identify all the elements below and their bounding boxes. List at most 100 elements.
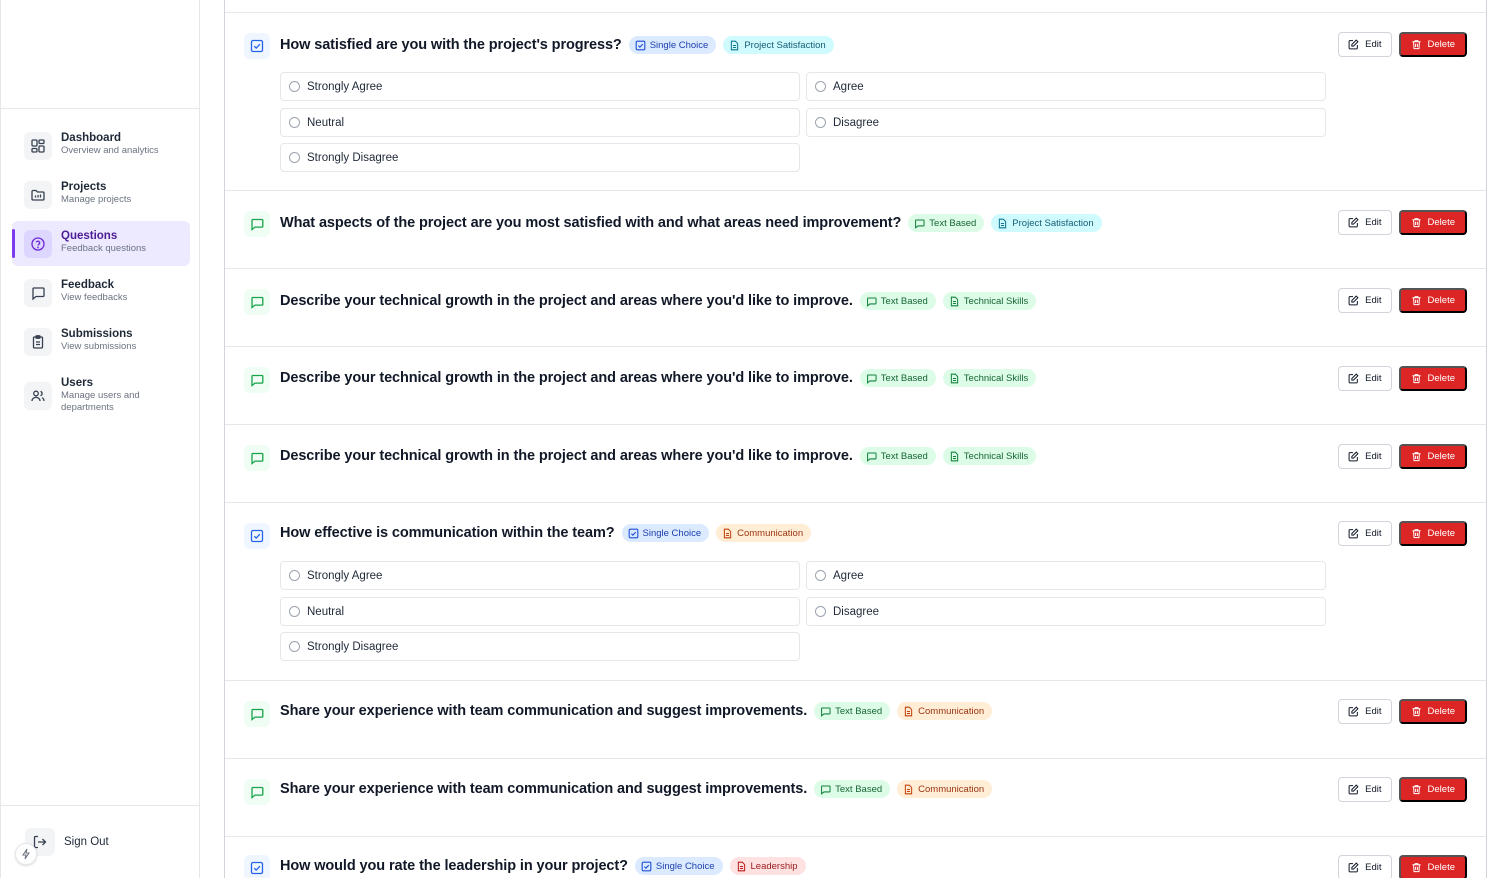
edit-button[interactable]: Edit	[1338, 32, 1392, 57]
delete-button[interactable]: Delete	[1398, 521, 1467, 546]
category-badge-label: Project Satisfaction	[744, 39, 826, 51]
sidebar-divider	[1, 805, 200, 806]
option-neutral[interactable]: Neutral	[280, 597, 800, 626]
edit-button[interactable]: Edit	[1338, 521, 1392, 546]
trash-icon	[1411, 863, 1421, 873]
message-square-icon	[244, 289, 270, 315]
edit-icon	[1348, 528, 1359, 539]
category-badge-label: Communication	[918, 783, 985, 795]
bolt-icon[interactable]	[15, 843, 37, 865]
sidebar-item-projects[interactable]: Projects Manage projects	[12, 172, 190, 217]
radio-button[interactable]	[815, 570, 826, 581]
trash-icon	[1411, 785, 1421, 795]
radio-button[interactable]	[289, 570, 300, 581]
option-strongly-disagree[interactable]: Strongly Disagree	[280, 632, 800, 661]
option-strongly-disagree[interactable]: Strongly Disagree	[280, 143, 800, 172]
trash-icon	[1411, 218, 1421, 228]
category-badge: Project Satisfaction	[723, 36, 834, 54]
sidebar-item-dashboard[interactable]: Dashboard Overview and analytics	[12, 123, 190, 168]
question-title: How effective is communication within th…	[280, 525, 615, 541]
type-badge-label: Single Choice	[655, 860, 715, 872]
sidebar-item-questions[interactable]: Questions Feedback questions	[12, 221, 190, 266]
question-actions: Edit Delete	[1338, 699, 1467, 724]
radio-button[interactable]	[289, 81, 300, 92]
question-title: Describe your technical growth in the pr…	[280, 448, 853, 464]
message-square-icon	[244, 779, 270, 805]
edit-button[interactable]: Edit	[1338, 777, 1392, 802]
sign-out-button[interactable]: Sign Out	[25, 828, 109, 856]
option-label: Strongly Disagree	[307, 640, 399, 653]
type-badge: Single Choice	[634, 857, 723, 875]
clipboard-icon	[24, 328, 52, 356]
radio-button[interactable]	[815, 117, 826, 128]
radio-button[interactable]	[289, 641, 300, 652]
question-title: How would you rate the leadership in you…	[280, 858, 628, 874]
edit-button-label: Edit	[1365, 706, 1382, 717]
check-square-icon	[244, 33, 270, 59]
option-strongly-agree[interactable]: Strongly Agree	[280, 561, 800, 590]
edit-button-label: Edit	[1365, 295, 1382, 306]
delete-button[interactable]: Delete	[1398, 855, 1467, 878]
check-square-icon	[628, 528, 638, 538]
radio-button[interactable]	[289, 117, 300, 128]
sidebar-item-feedback[interactable]: Feedback View feedbacks	[12, 270, 190, 315]
delete-button-label: Delete	[1427, 784, 1455, 795]
delete-button-label: Delete	[1427, 706, 1455, 717]
message-square-icon	[821, 784, 831, 795]
radio-button[interactable]	[815, 606, 826, 617]
delete-button[interactable]: Delete	[1398, 210, 1467, 235]
question-header: How would you rate the leadership in you…	[280, 856, 806, 876]
edit-button[interactable]: Edit	[1338, 366, 1392, 391]
edit-button-label: Edit	[1365, 862, 1382, 873]
message-square-icon	[866, 451, 877, 462]
edit-button[interactable]: Edit	[1338, 855, 1392, 878]
sidebar-item-title: Projects	[61, 181, 107, 193]
delete-button[interactable]: Delete	[1398, 366, 1467, 391]
delete-button[interactable]: Delete	[1398, 777, 1467, 802]
help-circle-icon	[24, 230, 52, 258]
edit-button[interactable]: Edit	[1338, 210, 1392, 235]
option-label: Neutral	[307, 605, 345, 618]
edit-button[interactable]: Edit	[1338, 444, 1392, 469]
radio-button[interactable]	[289, 606, 300, 617]
type-badge: Text Based	[859, 292, 936, 310]
check-square-icon	[635, 40, 646, 50]
check-square-icon	[244, 855, 270, 878]
delete-button-label: Delete	[1427, 528, 1455, 539]
trash-icon	[1411, 707, 1421, 717]
radio-button[interactable]	[289, 152, 300, 163]
sidebar-item-submissions[interactable]: Submissions View submissions	[12, 319, 190, 364]
option-agree[interactable]: Agree	[806, 561, 1326, 590]
sidebar-item-users[interactable]: Users Manage users and departments	[12, 368, 190, 426]
delete-button[interactable]: Delete	[1398, 288, 1467, 313]
check-square-icon	[641, 861, 652, 871]
option-neutral[interactable]: Neutral	[280, 108, 800, 137]
option-label: Strongly Agree	[307, 80, 383, 93]
question-card: How satisfied are you with the project's…	[225, 12, 1486, 190]
option-disagree[interactable]: Disagree	[806, 597, 1326, 626]
question-title: Describe your technical growth in the pr…	[280, 293, 853, 309]
type-badge-label: Text Based	[880, 372, 928, 384]
sidebar-nav: Dashboard Overview and analytics Project…	[12, 123, 190, 430]
delete-button[interactable]: Delete	[1398, 32, 1467, 57]
type-badge-label: Single Choice	[642, 527, 702, 539]
message-square-icon	[866, 296, 877, 307]
option-disagree[interactable]: Disagree	[806, 108, 1326, 137]
option-label: Disagree	[833, 605, 880, 618]
edit-icon	[1348, 295, 1359, 306]
file-text-icon	[904, 784, 913, 794]
question-card: How effective is communication within th…	[225, 502, 1486, 680]
delete-button[interactable]: Delete	[1398, 699, 1467, 724]
sidebar-item-subtitle: Manage projects	[61, 194, 132, 205]
edit-button[interactable]: Edit	[1338, 288, 1392, 313]
option-strongly-agree[interactable]: Strongly Agree	[280, 72, 800, 101]
question-card: What aspects of the project are you most…	[225, 190, 1486, 268]
delete-button-label: Delete	[1427, 451, 1455, 462]
option-agree[interactable]: Agree	[806, 72, 1326, 101]
folder-icon	[24, 181, 52, 209]
sidebar-item-title: Dashboard	[61, 132, 122, 144]
radio-button[interactable]	[815, 81, 826, 92]
edit-button[interactable]: Edit	[1338, 699, 1392, 724]
category-badge: Technical Skills	[942, 292, 1037, 310]
delete-button[interactable]: Delete	[1398, 444, 1467, 469]
